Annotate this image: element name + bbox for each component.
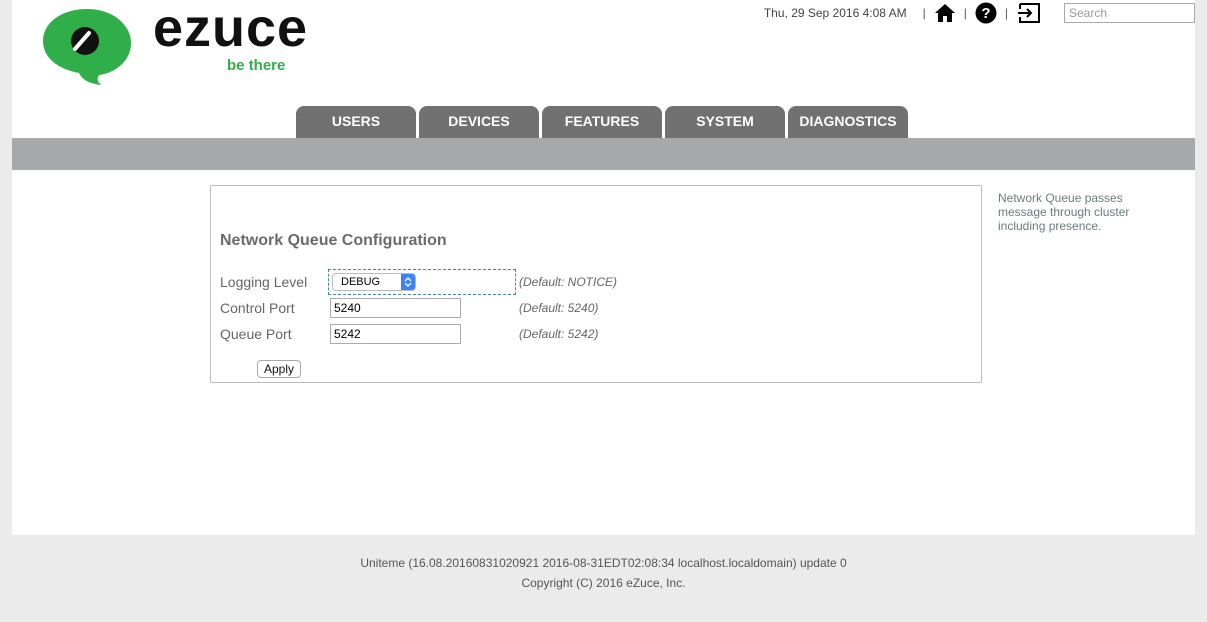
logo-tagline: be there [227, 57, 286, 74]
separator: | [1004, 6, 1008, 20]
tab-devices[interactable]: DEVICES [419, 106, 539, 138]
logo-wordmark: ezuce [153, 0, 309, 58]
separator: | [922, 6, 926, 20]
logging-level-row: Logging Level (Default: NOTICE) [220, 270, 617, 294]
tab-system[interactable]: SYSTEM [665, 106, 785, 138]
sub-nav-bar [12, 138, 1195, 170]
speech-bubble-logo-icon [43, 9, 131, 85]
apply-button[interactable]: Apply [257, 360, 302, 378]
ezuce-logo[interactable]: ezuce be there [39, 0, 309, 90]
control-port-input[interactable] [330, 298, 461, 318]
current-datetime: Thu, 29 Sep 2016 4:08 AM [763, 6, 907, 20]
panel-title: Network Queue Configuration [220, 232, 447, 249]
queue-port-input[interactable] [330, 324, 461, 344]
help-icon[interactable]: ? [975, 2, 997, 24]
copyright: Copyright (C) 2016 eZuce, Inc. [521, 576, 686, 590]
config-panel: Network Queue Configuration Logging Leve… [210, 185, 982, 383]
select-arrows-icon [401, 274, 415, 290]
help-text: Network Queue passes message through clu… [998, 191, 1130, 233]
logging-level-default: (Default: NOTICE) [519, 275, 618, 289]
footer: Uniteme (16.08.20160831020921 2016-08-31… [0, 553, 1207, 593]
top-bar: Thu, 29 Sep 2016 4:08 AM | | ? | [764, 1, 1195, 25]
tab-features[interactable]: FEATURES [542, 106, 662, 138]
queue-port-label: Queue Port [220, 326, 292, 342]
version-info: Uniteme (16.08.20160831020921 2016-08-31… [360, 556, 847, 570]
page: ezuce be there Thu, 29 Sep 2016 4:08 AM … [12, 0, 1195, 535]
logging-level-label: Logging Level [220, 274, 308, 290]
logging-level-focus-ring: DEBUG [328, 269, 516, 295]
queue-port-row: Queue Port (Default: 5242) [220, 322, 598, 346]
control-port-row: Control Port (Default: 5240) [220, 296, 598, 320]
home-icon[interactable] [934, 2, 956, 24]
svg-text:?: ? [981, 5, 990, 22]
tab-users[interactable]: USERS [296, 106, 416, 138]
control-port-label: Control Port [220, 300, 295, 316]
main-nav-tabs: USERS DEVICES FEATURES SYSTEM DIAGNOSTIC… [296, 106, 908, 138]
search-input[interactable] [1064, 3, 1195, 23]
separator: | [963, 6, 967, 20]
control-port-default: (Default: 5240) [519, 301, 599, 315]
logging-level-select[interactable]: DEBUG [332, 273, 416, 291]
logout-icon[interactable] [1016, 2, 1042, 24]
tab-diagnostics[interactable]: DIAGNOSTICS [788, 106, 908, 138]
logging-level-value: DEBUG [341, 276, 381, 288]
queue-port-default: (Default: 5242) [519, 327, 599, 341]
